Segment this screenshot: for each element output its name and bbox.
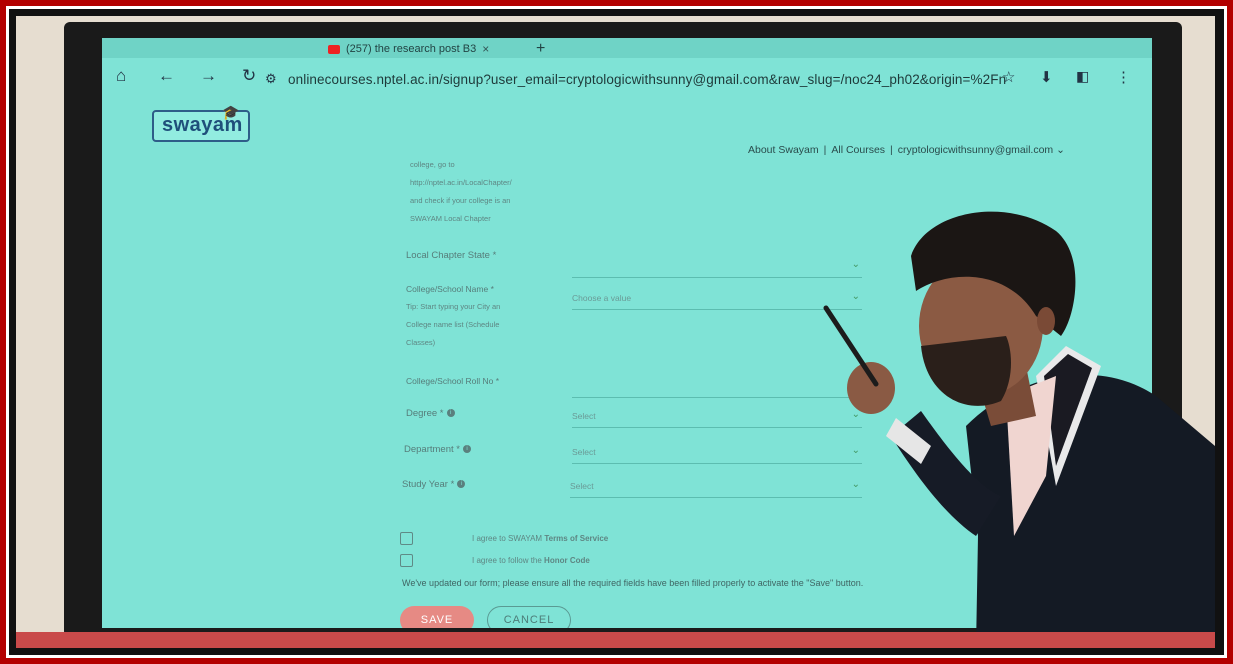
save-button[interactable]: SAVE bbox=[400, 606, 474, 628]
college-name-label: College/School Name * bbox=[406, 284, 494, 294]
reload-icon[interactable]: ↻ bbox=[242, 66, 256, 86]
chapter-hint-line: and check if your college is an bbox=[410, 196, 511, 205]
nav-about[interactable]: About Swayam bbox=[748, 144, 819, 156]
chapter-hint-line: SWAYAM Local Chapter bbox=[410, 214, 491, 223]
roll-no-input[interactable] bbox=[572, 376, 862, 398]
download-icon[interactable]: ⬇ bbox=[1040, 68, 1053, 86]
study-year-value: Select bbox=[570, 481, 594, 491]
graduation-cap-icon: 🎓 bbox=[222, 104, 240, 120]
local-chapter-state-label: Local Chapter State * bbox=[406, 250, 497, 261]
site-settings-icon[interactable]: ⚙ bbox=[265, 71, 277, 87]
department-value: Select bbox=[572, 447, 596, 457]
degree-select[interactable]: Select ⌄ bbox=[572, 406, 862, 428]
college-name-placeholder: Choose a value bbox=[572, 293, 632, 303]
college-name-hint: Tip: Start typing your City an bbox=[406, 302, 501, 311]
tab-title: (257) the research post B3 bbox=[346, 43, 477, 55]
department-select[interactable]: Select ⌄ bbox=[572, 442, 862, 464]
forward-icon[interactable]: → bbox=[200, 66, 217, 86]
browser-window: (257) the research post B3 × + ⌂ ← → ↻ ⚙… bbox=[102, 38, 1152, 628]
chevron-down-icon: ⌄ bbox=[851, 445, 860, 456]
college-name-hint: Classes) bbox=[406, 338, 436, 347]
chapter-hint-link[interactable]: http://nptel.ac.in/LocalChapter/ bbox=[410, 178, 512, 187]
degree-value: Select bbox=[572, 411, 596, 421]
degree-label: Degree * i bbox=[406, 408, 455, 419]
department-label: Department * i bbox=[404, 444, 471, 455]
chapter-hint-line: college, go to bbox=[410, 160, 455, 169]
college-name-hint: College name list (Schedule bbox=[406, 320, 500, 329]
local-chapter-state-select[interactable]: ⌄ bbox=[572, 256, 862, 278]
back-icon[interactable]: ← bbox=[158, 66, 175, 86]
study-year-select[interactable]: Select ⌄ bbox=[570, 476, 862, 498]
honor-code-link[interactable]: Honor Code bbox=[544, 556, 590, 565]
info-icon[interactable]: i bbox=[446, 409, 455, 418]
honor-code-label: I agree to follow the Honor Code bbox=[472, 556, 590, 565]
tab-strip: (257) the research post B3 × + bbox=[102, 38, 1152, 58]
terms-link[interactable]: Terms of Service bbox=[544, 534, 608, 543]
chevron-down-icon: ⌄ bbox=[851, 479, 860, 490]
close-tab-icon[interactable]: × bbox=[482, 42, 489, 56]
swayam-logo[interactable]: swayam 🎓 bbox=[152, 104, 250, 142]
chevron-down-icon: ⌄ bbox=[851, 259, 860, 270]
chevron-down-icon: ⌄ bbox=[851, 409, 860, 420]
form-notice: We've updated our form; please ensure al… bbox=[402, 578, 864, 588]
info-icon[interactable]: i bbox=[462, 445, 471, 454]
top-nav: About Swayam | All Courses | cryptologicwith… bbox=[748, 144, 1065, 156]
menu-icon[interactable]: ⋮ bbox=[1116, 68, 1131, 86]
bookmark-star-icon[interactable]: ☆ bbox=[1002, 68, 1015, 86]
chevron-down-icon: ⌄ bbox=[851, 291, 860, 302]
honor-code-checkbox[interactable] bbox=[400, 554, 413, 567]
roll-no-label: College/School Roll No * bbox=[406, 376, 500, 386]
home-icon[interactable]: ⌂ bbox=[116, 66, 126, 86]
browser-tab[interactable]: (257) the research post B3 × bbox=[328, 40, 489, 58]
terms-label: I agree to SWAYAM Terms of Service bbox=[472, 534, 609, 543]
college-name-select[interactable]: Choose a value ⌄ bbox=[572, 288, 862, 310]
cancel-button[interactable]: CANCEL bbox=[487, 606, 571, 628]
info-icon[interactable]: i bbox=[457, 480, 466, 489]
study-year-label: Study Year * i bbox=[402, 479, 466, 490]
terms-checkbox[interactable] bbox=[400, 532, 413, 545]
photo-bottom-border bbox=[16, 632, 1215, 648]
chevron-down-icon[interactable]: ⌄ bbox=[1056, 144, 1065, 156]
new-tab-icon[interactable]: + bbox=[536, 40, 545, 58]
extension-icon[interactable]: ◧ bbox=[1076, 68, 1089, 85]
nav-account[interactable]: cryptologicwithsunny@gmail.com bbox=[898, 144, 1053, 156]
address-bar[interactable]: onlinecourses.nptel.ac.in/signup?user_em… bbox=[288, 72, 1006, 87]
nav-all-courses[interactable]: All Courses bbox=[831, 144, 885, 156]
youtube-icon bbox=[328, 44, 340, 54]
photo-background: (257) the research post B3 × + ⌂ ← → ↻ ⚙… bbox=[16, 16, 1215, 648]
